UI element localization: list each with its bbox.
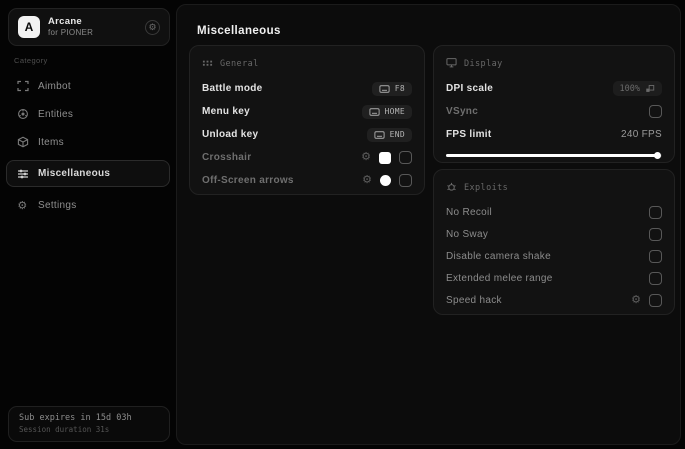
- sidebar-item-entities[interactable]: Entities: [6, 100, 170, 128]
- setting-label: Menu key: [202, 106, 250, 117]
- sidebar-item-label: Miscellaneous: [38, 168, 111, 179]
- entities-radar-icon: [16, 108, 29, 121]
- sidebar-item-aimbot[interactable]: Aimbot: [6, 72, 170, 100]
- app-name: Arcane: [48, 16, 83, 28]
- setting-row: Unload key END: [202, 123, 412, 146]
- app-subtitle: for PIONER: [48, 27, 94, 37]
- settings-gear-icon[interactable]: ⚙: [145, 19, 160, 35]
- grid-dots-icon: [202, 57, 213, 71]
- sidebar-item-label: Aimbot: [38, 80, 71, 92]
- sidebar-nav: Aimbot Entities Items Miscellaneous ⚙ Se…: [6, 72, 170, 219]
- settings-gear-icon: ⚙: [17, 199, 28, 212]
- keyboard-icon: [379, 84, 390, 93]
- setting-row: Battle mode F8: [202, 77, 412, 100]
- crosshair-color-swatch[interactable]: [379, 151, 391, 164]
- setting-row: Speed hack ⚙: [446, 289, 662, 311]
- items-cube-icon: [16, 136, 29, 149]
- offscreen-arrows-checkbox[interactable]: [399, 174, 412, 187]
- exploits-card: Exploits No Recoil No Sway Disable camer…: [433, 169, 675, 315]
- sidebar-item-label: Items: [38, 136, 64, 148]
- setting-row: FPS limit 240 FPS: [446, 123, 662, 146]
- setting-row: Disable camera shake: [446, 245, 662, 267]
- setting-label: Off-Screen arrows: [202, 175, 294, 186]
- setting-label: VSync: [446, 106, 479, 117]
- sidebar-item-label: Entities: [38, 108, 74, 120]
- setting-label: FPS limit: [446, 129, 492, 140]
- card-header-label: Exploits: [464, 183, 509, 193]
- menu-key-keybind[interactable]: HOME: [361, 104, 412, 119]
- crosshair-checkbox[interactable]: [399, 151, 412, 164]
- app-window: A Arcane for PIONER ⚙ Category Aimbot En…: [0, 0, 685, 449]
- crosshair-options-gear-icon[interactable]: ⚙: [361, 152, 371, 163]
- scale-icon: [646, 84, 655, 92]
- setting-label: Battle mode: [202, 83, 263, 94]
- unload-key-keybind[interactable]: END: [366, 127, 412, 142]
- setting-row: Menu key HOME: [202, 100, 412, 123]
- general-card: General Battle mode F8 Menu key HOME Unl…: [189, 45, 425, 195]
- app-header-card: A Arcane for PIONER ⚙: [8, 8, 170, 46]
- setting-label: Crosshair: [202, 152, 252, 163]
- setting-label: Speed hack: [446, 294, 502, 306]
- no-sway-checkbox[interactable]: [649, 227, 662, 241]
- no-recoil-checkbox[interactable]: [649, 205, 662, 219]
- speed-hack-checkbox[interactable]: [649, 293, 662, 307]
- slider-fill: [446, 154, 658, 157]
- sub-expiry-text: Sub expires in 15d 03h: [19, 413, 132, 423]
- disable-camera-shake-checkbox[interactable]: [649, 249, 662, 263]
- setting-label: Extended melee range: [446, 272, 553, 284]
- setting-row: No Recoil: [446, 201, 662, 223]
- dpi-scale-select[interactable]: 100%: [612, 81, 662, 96]
- setting-row: VSync: [446, 100, 662, 123]
- miscellaneous-sliders-icon: [16, 167, 29, 180]
- fps-limit-value: 240 FPS: [620, 129, 662, 140]
- extended-melee-range-checkbox[interactable]: [649, 271, 662, 285]
- setting-label: Unload key: [202, 129, 259, 140]
- session-duration-text: Session duration 31s: [19, 425, 110, 434]
- speed-hack-options-gear-icon[interactable]: ⚙: [631, 294, 641, 306]
- setting-row: Off-Screen arrows ⚙: [202, 169, 412, 192]
- slider-knob[interactable]: [653, 152, 661, 159]
- display-card: Display DPI scale 100% VSync FPS limit 2: [433, 45, 675, 163]
- setting-row: Crosshair ⚙: [202, 146, 412, 169]
- sidebar-item-settings[interactable]: ⚙ Settings: [6, 191, 170, 219]
- offscreen-arrows-color-swatch[interactable]: [380, 175, 391, 186]
- setting-label: Disable camera shake: [446, 250, 551, 262]
- setting-row: DPI scale 100%: [446, 77, 662, 100]
- aimbot-scan-icon: [16, 80, 29, 93]
- setting-label: DPI scale: [446, 83, 494, 94]
- sidebar-item-label: Settings: [38, 199, 77, 211]
- sidebar: A Arcane for PIONER ⚙ Category Aimbot En…: [0, 0, 176, 449]
- page-title: Miscellaneous: [197, 25, 281, 37]
- setting-label: No Sway: [446, 228, 489, 240]
- keyboard-icon: [373, 130, 385, 139]
- sidebar-item-items[interactable]: Items: [6, 128, 170, 156]
- monitor-icon: [446, 57, 457, 71]
- vsync-checkbox[interactable]: [649, 105, 662, 118]
- app-logo: A: [18, 16, 40, 38]
- setting-row: Extended melee range: [446, 267, 662, 289]
- card-header-label: Display: [464, 59, 503, 69]
- card-header-label: General: [220, 59, 259, 69]
- setting-label: No Recoil: [446, 206, 493, 218]
- category-label: Category: [14, 56, 48, 65]
- keyboard-icon: [368, 107, 380, 116]
- app-logo-letter: A: [24, 20, 34, 34]
- setting-row: No Sway: [446, 223, 662, 245]
- offscreen-arrows-options-gear-icon[interactable]: ⚙: [362, 175, 372, 186]
- sidebar-item-miscellaneous[interactable]: Miscellaneous: [6, 160, 170, 187]
- bug-icon: [446, 181, 457, 195]
- main-panel: Miscellaneous General Battle mode F8 Men…: [176, 4, 681, 445]
- subscription-info-card: Sub expires in 15d 03h Session duration …: [8, 406, 170, 442]
- battle-mode-keybind[interactable]: F8: [371, 81, 412, 96]
- fps-limit-slider[interactable]: [446, 152, 662, 159]
